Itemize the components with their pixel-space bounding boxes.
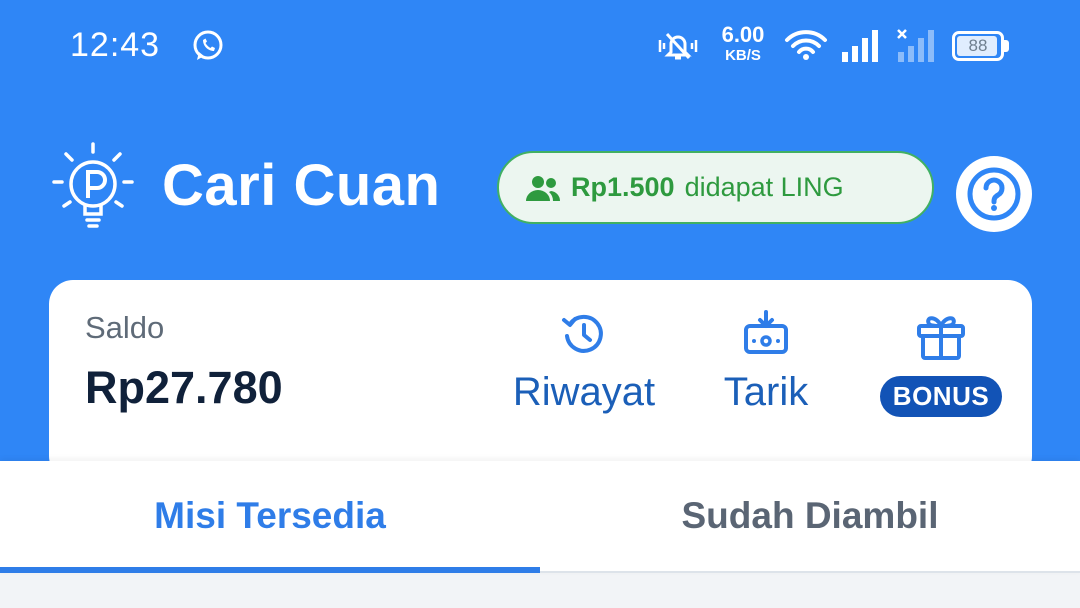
bonus-button[interactable]: BONUS [875,310,1007,417]
battery-tip [1004,40,1009,52]
referral-earnings-pill[interactable]: Rp1.500 didapat LING [497,151,934,224]
mission-tabs: Misi Tersedia Sudah Diambil [0,461,1080,573]
referral-amount: Rp1.500 [571,172,675,202]
battery-level: 88 [968,36,988,55]
network-speed: 6.00 KB/S [716,22,770,64]
battery-icon: 88 [952,31,1004,61]
balance-card: Saldo Rp27.780 Riwayat Tarik BONUS [49,280,1032,480]
lightbulb-logo-icon [52,142,134,228]
status-bar: 12:43 6.00 KB/S 88 [0,0,1080,92]
tab-misi-tersedia[interactable]: Misi Tersedia [0,461,540,571]
tab-sudah-diambil[interactable]: Sudah Diambil [540,461,1080,571]
people-icon [526,175,561,201]
status-time: 12:43 [70,26,161,64]
referral-text: didapat LING [684,172,844,202]
tab-divider [540,571,1080,573]
app-title: Cari Cuan [162,153,441,218]
network-speed-value: 6.00 [721,22,765,47]
tarik-label: Tarik [723,370,809,414]
withdraw-icon [744,310,788,354]
network-speed-unit: KB/S [725,47,761,64]
whatsapp-icon [193,30,223,60]
history-icon [562,314,603,353]
riwayat-label: Riwayat [512,370,656,414]
signal-sim1-icon [842,30,878,62]
bonus-badge: BONUS [879,376,1003,417]
riwayat-button[interactable]: Riwayat [495,310,673,415]
saldo-value: Rp27.780 [85,362,283,413]
mute-vibrate-icon [658,32,698,60]
tarik-button[interactable]: Tarik [701,310,831,415]
help-button[interactable] [956,156,1032,232]
active-tab-indicator [0,567,540,573]
saldo-label: Saldo [85,310,165,345]
gift-icon [917,316,965,360]
signal-sim2-icon [897,29,934,62]
question-icon [967,167,1021,221]
wifi-icon [785,30,827,60]
